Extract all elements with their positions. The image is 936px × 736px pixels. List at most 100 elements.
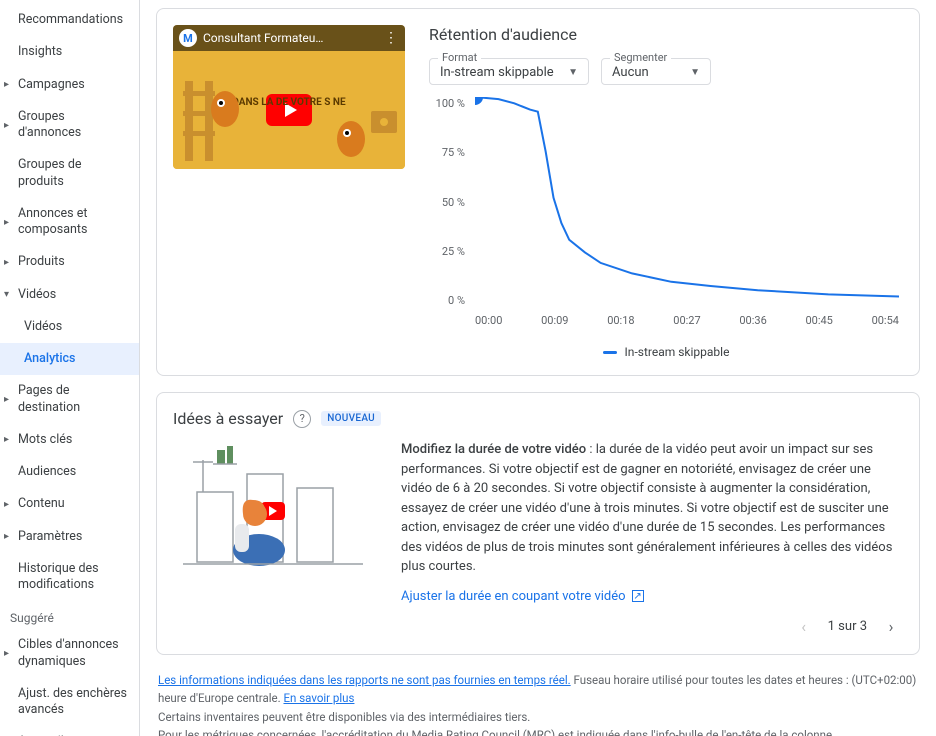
x-tick: 00:09 [541,314,568,327]
sidebar-item-label: Ajust. des enchères avancés [18,686,129,719]
segment-select[interactable]: Segmenter Aucun▼ [601,58,711,85]
sidebar-item-label: Pages de destination [18,383,129,416]
footer-line3: Pour les métriques concernées, l'accrédi… [158,726,918,736]
sidebar-item-10[interactable]: ▸ Pages de destination [0,375,139,424]
sidebar-item-label: Recommandations [18,12,123,28]
x-tick: 00:45 [805,314,832,327]
chevron-down-icon: ▼ [690,67,700,78]
segment-select-value: Aucun [612,65,649,80]
sidebar-item-label: Produits [18,254,65,270]
y-tick: 0 % [429,294,465,307]
y-tick: 25 % [429,245,465,258]
suggested-label: Suggéré [0,601,139,629]
sidebar-item-4[interactable]: Groupes de produits [0,149,139,198]
sidebar-item-label: Contenu [18,496,65,512]
ideas-body-text: Modifiez la durée de votre vidéo : la du… [401,440,903,577]
ideas-illustration [173,440,373,580]
sidebar-item-14[interactable]: ▸ Paramètres [0,521,139,553]
sidebar-item-label: Analytics [24,351,76,367]
sidebar-item-7[interactable]: ▾ Vidéos [0,279,139,311]
main-content: M Consultant Formateu… ⋮ DANS LA DE VOTR… [140,0,936,736]
sidebar-item-label: Vidéos [18,287,56,303]
sidebar-suggested-1[interactable]: Ajust. des enchères avancés [0,678,139,727]
chevron-down-icon: ▼ [568,67,578,78]
format-select[interactable]: Format In-stream skippable▼ [429,58,589,85]
chevron-icon: ▸ [4,216,9,229]
retention-chart: 100 % 75 % 50 % 25 % 0 % 00:00 00:09 00:18 00:2… [429,97,903,337]
help-icon[interactable]: ? [293,410,311,428]
sidebar-item-9[interactable]: Analytics [0,343,139,375]
chevron-icon: ▾ [4,288,9,301]
video-thumbnail[interactable]: M Consultant Formateu… ⋮ DANS LA DE VOTR… [173,25,405,169]
sidebar-item-11[interactable]: ▸ Mots clés [0,424,139,456]
video-title: Consultant Formateu… [203,31,378,45]
chevron-icon: ▸ [4,78,9,91]
legend-label: In-stream skippable [625,345,730,359]
sidebar-item-0[interactable]: Recommandations [0,4,139,36]
pager-prev: ‹ [792,614,816,638]
retention-card: M Consultant Formateu… ⋮ DANS LA DE VOTR… [156,8,920,376]
chevron-icon: ▸ [4,498,9,511]
y-tick: 75 % [429,146,465,159]
new-badge: NOUVEAU [321,411,381,426]
thumb-illustration [173,51,405,169]
ideas-title: Idées à essayer [173,409,283,428]
legend-swatch [603,351,617,354]
sidebar-item-12[interactable]: Audiences [0,456,139,488]
x-tick: 00:00 [475,314,502,327]
sidebar-item-label: Cibles d'annonces dynamiques [18,637,129,670]
channel-logo-icon: M [179,29,197,47]
chevron-icon: ▸ [4,119,9,132]
ideas-body-rest: : la durée de la vidéo peut avoir un imp… [401,442,892,574]
sidebar-item-label: Historique des modifications [18,561,129,594]
page-footer: Les informations indiquées dans les rapp… [156,671,920,736]
y-tick: 50 % [429,196,465,209]
chevron-icon: ▸ [4,530,9,543]
sidebar-suggested-2[interactable]: Appareils [0,726,139,736]
chevron-icon: ▸ [4,256,9,269]
y-tick: 100 % [429,97,465,110]
x-tick: 00:18 [607,314,634,327]
sidebar-item-8[interactable]: Vidéos [0,311,139,343]
sidebar-item-label: Insights [18,44,62,60]
x-tick: 00:54 [872,314,899,327]
format-select-label: Format [438,51,481,64]
more-icon[interactable]: ⋮ [384,30,399,46]
chart-legend: In-stream skippable [429,345,903,359]
sidebar-item-6[interactable]: ▸ Produits [0,246,139,278]
sidebar-item-label: Vidéos [24,319,62,335]
x-tick: 00:36 [739,314,766,327]
ideas-link[interactable]: Ajuster la durée en coupant votre vidéo … [401,587,644,607]
footer-learnmore-link[interactable]: En savoir plus [283,691,354,705]
format-select-value: In-stream skippable [440,65,554,80]
segment-select-label: Segmenter [610,51,671,64]
sidebar-item-3[interactable]: ▸ Groupes d'annonces [0,101,139,150]
pager-status: 1 sur 3 [828,619,867,634]
x-tick: 00:27 [673,314,700,327]
sidebar-item-label: Campagnes [18,77,85,93]
chevron-icon: ▸ [4,433,9,446]
sidebar: Recommandations Insights ▸ Campagnes ▸ Groupe… [0,0,140,736]
sidebar-item-13[interactable]: ▸ Contenu [0,488,139,520]
sidebar-item-label: Groupes de produits [18,157,129,190]
ideas-card: Idées à essayer ? NOUVEAU [156,392,920,655]
footer-line2: Certains inventaires peuvent être dispon… [158,708,918,726]
ideas-link-label: Ajuster la durée en coupant votre vidéo [401,587,626,607]
sidebar-item-label: Annonces et composants [18,206,129,239]
chevron-icon: ▸ [4,393,9,406]
sidebar-item-15[interactable]: Historique des modifications [0,553,139,602]
sidebar-item-label: Groupes d'annonces [18,109,129,142]
external-link-icon: ↗ [632,590,644,602]
pager-next[interactable]: › [879,614,903,638]
sidebar-item-5[interactable]: ▸ Annonces et composants [0,198,139,247]
sidebar-item-1[interactable]: Insights [0,36,139,68]
chevron-icon: ▸ [4,647,9,660]
ideas-bold-lead: Modifiez la durée de votre vidéo [401,442,586,457]
sidebar-suggested-0[interactable]: ▸ Cibles d'annonces dynamiques [0,629,139,678]
footer-realtime-link[interactable]: Les informations indiquées dans les rapp… [158,673,571,687]
sidebar-item-label: Mots clés [18,432,72,448]
chart-title: Rétention d'audience [429,25,903,44]
sidebar-item-2[interactable]: ▸ Campagnes [0,69,139,101]
sidebar-item-label: Paramètres [18,529,82,545]
sidebar-item-label: Audiences [18,464,76,480]
